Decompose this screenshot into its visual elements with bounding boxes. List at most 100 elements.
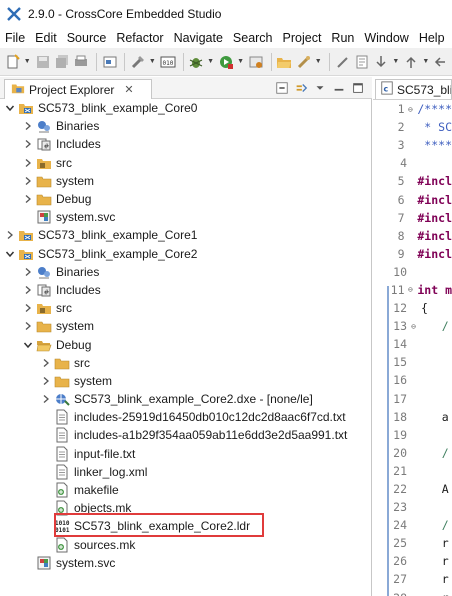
tree-item[interactable]: Binaries bbox=[0, 263, 372, 281]
tab-editor-file[interactable]: c SC573_blink bbox=[375, 79, 452, 99]
menu-source[interactable]: Source bbox=[62, 31, 112, 45]
code-line[interactable]: 24 / bbox=[387, 516, 452, 534]
debug-dropdown-arrow-icon[interactable]: ▼ bbox=[207, 53, 215, 71]
print-icon[interactable] bbox=[73, 53, 90, 71]
code-line[interactable]: 20 / bbox=[387, 444, 452, 462]
menu-project[interactable]: Project bbox=[278, 31, 327, 45]
tree-item[interactable]: SC573_blink_example_Core1 bbox=[0, 226, 372, 244]
expanded-chevron-icon[interactable] bbox=[4, 248, 16, 260]
new-icon[interactable] bbox=[4, 53, 21, 71]
tree-item[interactable]: # Includes bbox=[0, 281, 372, 299]
code-line[interactable]: 15 bbox=[387, 353, 452, 371]
collapsed-chevron-icon[interactable] bbox=[22, 120, 34, 132]
collapsed-chevron-icon[interactable] bbox=[22, 302, 34, 314]
menu-run[interactable]: Run bbox=[326, 31, 359, 45]
back-icon[interactable] bbox=[433, 53, 450, 71]
build-icon[interactable] bbox=[129, 53, 146, 71]
code-line[interactable]: 12 { bbox=[387, 299, 452, 317]
code-line[interactable]: 23 bbox=[387, 498, 452, 516]
tree-item[interactable]: SC573_blink_example_Core0 bbox=[0, 99, 372, 117]
code-line[interactable]: 8 #incl bbox=[387, 227, 452, 245]
collapsed-chevron-icon[interactable] bbox=[22, 320, 34, 332]
collapsed-chevron-icon[interactable] bbox=[4, 229, 16, 241]
collapsed-chevron-icon[interactable] bbox=[22, 266, 34, 278]
tree-item[interactable]: system.svc bbox=[0, 208, 372, 226]
code-line[interactable]: 1 ⊖/**** bbox=[387, 100, 452, 118]
menu-help[interactable]: Help bbox=[414, 31, 450, 45]
menu-refactor[interactable]: Refactor bbox=[111, 31, 168, 45]
menu-navigate[interactable]: Navigate bbox=[169, 31, 228, 45]
code-line[interactable]: 14 bbox=[387, 335, 452, 353]
tree-item[interactable]: system bbox=[0, 372, 372, 390]
debug-icon[interactable] bbox=[187, 53, 204, 71]
run-dropdown-arrow-icon[interactable]: ▼ bbox=[237, 53, 245, 71]
tree-item[interactable]: makefile bbox=[0, 481, 372, 499]
code-line[interactable]: 9 #incl bbox=[387, 245, 452, 263]
tree-item[interactable]: system bbox=[0, 172, 372, 190]
menu-window[interactable]: Window bbox=[359, 31, 413, 45]
tree-item[interactable]: SC573_blink_example_Core2.dxe - [none/le… bbox=[0, 390, 372, 408]
tree-item[interactable]: linker_log.xml bbox=[0, 463, 372, 481]
maximize-icon[interactable] bbox=[350, 80, 366, 96]
collapsed-chevron-icon[interactable] bbox=[22, 284, 34, 296]
code-line[interactable]: 26 r bbox=[387, 552, 452, 570]
open-folder-icon[interactable] bbox=[276, 53, 293, 71]
brush-icon[interactable] bbox=[295, 53, 312, 71]
tree-item[interactable]: src bbox=[0, 299, 372, 317]
tree-item[interactable]: Binaries bbox=[0, 117, 372, 135]
minimize-icon[interactable] bbox=[331, 80, 347, 96]
run-icon[interactable] bbox=[217, 53, 234, 71]
code-line[interactable]: 2 * SC bbox=[387, 118, 452, 136]
code-line[interactable]: 22 A bbox=[387, 480, 452, 498]
code-line[interactable]: 18 a bbox=[387, 408, 452, 426]
collapsed-chevron-icon[interactable] bbox=[40, 393, 52, 405]
view-menu-icon[interactable] bbox=[312, 80, 328, 96]
fold-toggle-icon[interactable]: ⊖ bbox=[407, 285, 415, 294]
collapsed-chevron-icon[interactable] bbox=[22, 193, 34, 205]
next-annotation-dropdown-arrow-icon[interactable]: ▼ bbox=[392, 53, 400, 71]
brush-dropdown-arrow-icon[interactable]: ▼ bbox=[314, 53, 322, 71]
tree-item[interactable]: system.svc bbox=[0, 554, 372, 572]
tree-item[interactable]: Debug bbox=[0, 190, 372, 208]
tree-item[interactable]: system bbox=[0, 317, 372, 335]
fold-toggle-icon[interactable]: ⊖ bbox=[407, 105, 415, 114]
binary-counter-icon[interactable]: 010 bbox=[159, 53, 176, 71]
toggle-mark-icon[interactable] bbox=[334, 53, 351, 71]
previous-annotation-icon[interactable] bbox=[403, 53, 420, 71]
code-line[interactable]: 4 bbox=[387, 154, 452, 172]
properties-icon[interactable] bbox=[101, 53, 118, 71]
code-line[interactable]: 16 bbox=[387, 371, 452, 389]
build-dropdown-arrow-icon[interactable]: ▼ bbox=[149, 53, 157, 71]
code-line[interactable]: 27 r bbox=[387, 570, 452, 588]
code-line[interactable]: 11 ⊖ int m bbox=[387, 281, 452, 299]
save-icon[interactable] bbox=[34, 53, 51, 71]
format-icon[interactable] bbox=[353, 53, 370, 71]
code-line[interactable]: 28 r bbox=[387, 589, 452, 596]
collapsed-chevron-icon[interactable] bbox=[40, 357, 52, 369]
tree-item[interactable]: # Includes bbox=[0, 135, 372, 153]
code-line[interactable]: 17 bbox=[387, 390, 452, 408]
code-line[interactable]: 10 bbox=[387, 263, 452, 281]
tree-item[interactable]: includes-a1b29f354aa059ab11e6dd3e2d5aa99… bbox=[0, 426, 372, 444]
previous-annotation-dropdown-arrow-icon[interactable]: ▼ bbox=[422, 53, 430, 71]
tree-item[interactable]: includes-25919d16450db010c12dc2d8aac6f7c… bbox=[0, 408, 372, 426]
new-dropdown-arrow-icon[interactable]: ▼ bbox=[23, 53, 31, 71]
menu-edit[interactable]: Edit bbox=[30, 31, 62, 45]
tree-item[interactable]: input-file.txt bbox=[0, 445, 372, 463]
next-annotation-icon[interactable] bbox=[373, 53, 390, 71]
tree-item[interactable]: sources.mk bbox=[0, 536, 372, 554]
collapse-all-icon[interactable] bbox=[274, 80, 290, 96]
expanded-chevron-icon[interactable] bbox=[4, 102, 16, 114]
fold-toggle-icon[interactable]: ⊖ bbox=[409, 322, 418, 331]
tree-item[interactable]: src bbox=[0, 154, 372, 172]
tree-item[interactable]: src bbox=[0, 354, 372, 372]
save-all-icon[interactable] bbox=[53, 53, 70, 71]
code-line[interactable]: 7 #incl bbox=[387, 209, 452, 227]
code-line[interactable]: 5 #incl bbox=[387, 172, 452, 190]
link-with-editor-icon[interactable] bbox=[293, 80, 309, 96]
menu-file[interactable]: File bbox=[0, 31, 30, 45]
collapsed-chevron-icon[interactable] bbox=[22, 157, 34, 169]
close-icon[interactable]: ✕ bbox=[124, 83, 133, 96]
editor-lines[interactable]: 1 ⊖/**** 2 * SC 3 **** 4 5 #incl 6 #incl 7 #incl 8 #… bbox=[387, 100, 452, 596]
collapsed-chevron-icon[interactable] bbox=[40, 375, 52, 387]
